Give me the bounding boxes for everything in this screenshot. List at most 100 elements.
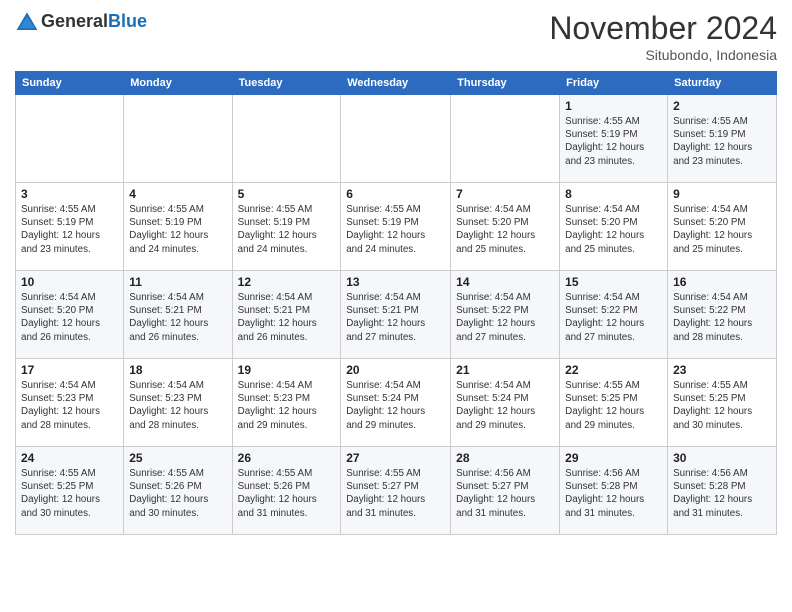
title-block: November 2024 Situbondo, Indonesia xyxy=(549,10,777,63)
month-title: November 2024 xyxy=(549,10,777,47)
day-number: 27 xyxy=(346,451,445,465)
day-info: Sunrise: 4:54 AM Sunset: 5:21 PM Dayligh… xyxy=(238,291,336,344)
day-number: 14 xyxy=(456,275,554,289)
day-info: Sunrise: 4:55 AM Sunset: 5:25 PM Dayligh… xyxy=(21,467,118,520)
calendar-cell: 25Sunrise: 4:55 AM Sunset: 5:26 PM Dayli… xyxy=(124,447,232,535)
day-number: 10 xyxy=(21,275,118,289)
calendar-cell: 29 Sunrise: 4:56 AM Sunset: 5:28 PM Dayli… xyxy=(560,447,668,535)
calendar-cell: 30Sunrise: 4:56 AM Sunset: 5:28 PM Dayli… xyxy=(668,447,777,535)
day-number: 19 xyxy=(238,363,336,377)
day-info: Sunrise: 4:55 AM Sunset: 5:19 PM Dayligh… xyxy=(238,203,336,256)
day-info: Sunrise: 4:55 AM Sunset: 5:25 PM Dayligh… xyxy=(565,379,662,432)
calendar-cell xyxy=(232,95,341,183)
day-number: 8 xyxy=(565,187,662,201)
calendar-cell xyxy=(16,95,124,183)
calendar-cell: 1Sunrise: 4:55 AM Sunset: 5:19 PM Daylig… xyxy=(560,95,668,183)
header: GeneralBlue November 2024 Situbondo, Ind… xyxy=(15,10,777,63)
day-number: 1 xyxy=(565,99,662,113)
day-info: Sunrise: 4:54 AM Sunset: 5:22 PM Dayligh… xyxy=(673,291,771,344)
day-number: 11 xyxy=(129,275,226,289)
calendar-cell: 19 Sunrise: 4:54 AM Sunset: 5:23 PM Dayli… xyxy=(232,359,341,447)
calendar-week-row: 1 Sunrise: 4:55 AM Sunset: 5:19 PM Daylig… xyxy=(16,95,777,183)
day-info: Sunrise: 4:56 AM Sunset: 5:27 PM Dayligh… xyxy=(456,467,554,520)
calendar-cell: 7 Sunrise: 4:54 AM Sunset: 5:20 PM Daylig… xyxy=(451,183,560,271)
calendar-week-row: 24 Sunrise: 4:55 AM Sunset: 5:25 PM Dayli… xyxy=(16,447,777,535)
weekday-header-cell: Thursday xyxy=(451,72,560,95)
calendar-cell: 26 Sunrise: 4:55 AM Sunset: 5:26 PM Dayli… xyxy=(232,447,341,535)
day-info: Sunrise: 4:54 AM Sunset: 5:20 PM Dayligh… xyxy=(21,291,118,344)
weekday-header-cell: Saturday xyxy=(668,72,777,95)
calendar-cell: 8 Sunrise: 4:54 AM Sunset: 5:20 PM Daylig… xyxy=(560,183,668,271)
day-number: 3 xyxy=(21,187,118,201)
day-number: 12 xyxy=(238,275,336,289)
weekday-header-cell: Sunday xyxy=(16,72,124,95)
day-number: 24 xyxy=(21,451,118,465)
calendar-cell: 21 Sunrise: 4:54 AM Sunset: 5:24 PM Dayli… xyxy=(451,359,560,447)
calendar-cell xyxy=(451,95,560,183)
day-number: 13 xyxy=(346,275,445,289)
day-number: 28 xyxy=(456,451,554,465)
day-info: Sunrise: 4:54 AM Sunset: 5:22 PM Dayligh… xyxy=(565,291,662,344)
calendar-cell: 12 Sunrise: 4:54 AM Sunset: 5:21 PM Dayli… xyxy=(232,271,341,359)
day-info: Sunrise: 4:54 AM Sunset: 5:21 PM Dayligh… xyxy=(129,291,226,344)
weekday-header-row: SundayMondayTuesdayWednesdayThursdayFrid… xyxy=(16,72,777,95)
day-number: 30 xyxy=(673,451,771,465)
calendar-cell: 14 Sunrise: 4:54 AM Sunset: 5:22 PM Dayli… xyxy=(451,271,560,359)
calendar-cell: 20 Sunrise: 4:54 AM Sunset: 5:24 PM Dayli… xyxy=(341,359,451,447)
calendar-cell: 2 Sunrise: 4:55 AM Sunset: 5:19 PM Daylig… xyxy=(668,95,777,183)
day-info: Sunrise: 4:55 AM Sunset: 5:26 PM Dayligh… xyxy=(129,467,226,520)
day-info: Sunrise: 4:55 AM Sunset: 5:25 PM Dayligh… xyxy=(673,379,771,432)
logo-blue: Blue xyxy=(108,11,147,31)
weekday-header-cell: Monday xyxy=(124,72,232,95)
day-number: 7 xyxy=(456,187,554,201)
weekday-header-cell: Friday xyxy=(560,72,668,95)
day-number: 26 xyxy=(238,451,336,465)
page-container: GeneralBlue November 2024 Situbondo, Ind… xyxy=(0,0,792,540)
day-info: Sunrise: 4:55 AM Sunset: 5:19 PM Dayligh… xyxy=(673,115,771,168)
calendar-table: SundayMondayTuesdayWednesdayThursdayFrid… xyxy=(15,71,777,535)
calendar-cell: 28 Sunrise: 4:56 AM Sunset: 5:27 PM Dayli… xyxy=(451,447,560,535)
day-number: 18 xyxy=(129,363,226,377)
calendar-cell: 11 Sunrise: 4:54 AM Sunset: 5:21 PM Dayli… xyxy=(124,271,232,359)
day-info: Sunrise: 4:54 AM Sunset: 5:23 PM Dayligh… xyxy=(21,379,118,432)
day-number: 21 xyxy=(456,363,554,377)
day-info: Sunrise: 4:54 AM Sunset: 5:21 PM Dayligh… xyxy=(346,291,445,344)
day-info: Sunrise: 4:54 AM Sunset: 5:23 PM Dayligh… xyxy=(238,379,336,432)
day-info: Sunrise: 4:55 AM Sunset: 5:26 PM Dayligh… xyxy=(238,467,336,520)
calendar-cell: 18Sunrise: 4:54 AM Sunset: 5:23 PM Dayli… xyxy=(124,359,232,447)
calendar-cell xyxy=(124,95,232,183)
calendar-week-row: 10 Sunrise: 4:54 AM Sunset: 5:20 PM Dayli… xyxy=(16,271,777,359)
calendar-week-row: 3 Sunrise: 4:55 AM Sunset: 5:19 PM Daylig… xyxy=(16,183,777,271)
calendar-cell: 17 Sunrise: 4:54 AM Sunset: 5:23 PM Dayli… xyxy=(16,359,124,447)
calendar-cell: 4Sunrise: 4:55 AM Sunset: 5:19 PM Daylig… xyxy=(124,183,232,271)
day-number: 23 xyxy=(673,363,771,377)
calendar-cell: 15Sunrise: 4:54 AM Sunset: 5:22 PM Dayli… xyxy=(560,271,668,359)
calendar-cell: 23 Sunrise: 4:55 AM Sunset: 5:25 PM Dayli… xyxy=(668,359,777,447)
day-number: 5 xyxy=(238,187,336,201)
day-info: Sunrise: 4:54 AM Sunset: 5:24 PM Dayligh… xyxy=(346,379,445,432)
day-number: 9 xyxy=(673,187,771,201)
day-number: 20 xyxy=(346,363,445,377)
calendar-body: 1 Sunrise: 4:55 AM Sunset: 5:19 PM Daylig… xyxy=(16,95,777,535)
day-info: Sunrise: 4:54 AM Sunset: 5:22 PM Dayligh… xyxy=(456,291,554,344)
day-info: Sunrise: 4:56 AM Sunset: 5:28 PM Dayligh… xyxy=(565,467,662,520)
location-subtitle: Situbondo, Indonesia xyxy=(549,47,777,63)
calendar-cell: 16Sunrise: 4:54 AM Sunset: 5:22 PM Dayli… xyxy=(668,271,777,359)
logo-icon xyxy=(15,10,39,34)
day-number: 29 xyxy=(565,451,662,465)
day-number: 17 xyxy=(21,363,118,377)
day-number: 4 xyxy=(129,187,226,201)
day-info: Sunrise: 4:55 AM Sunset: 5:27 PM Dayligh… xyxy=(346,467,445,520)
calendar-cell: 22 Sunrise: 4:55 AM Sunset: 5:25 PM Dayli… xyxy=(560,359,668,447)
calendar-cell: 9Sunrise: 4:54 AM Sunset: 5:20 PM Daylig… xyxy=(668,183,777,271)
day-info: Sunrise: 4:54 AM Sunset: 5:24 PM Dayligh… xyxy=(456,379,554,432)
day-number: 2 xyxy=(673,99,771,113)
logo: GeneralBlue xyxy=(15,10,147,34)
calendar-cell: 10 Sunrise: 4:54 AM Sunset: 5:20 PM Dayli… xyxy=(16,271,124,359)
calendar-week-row: 17 Sunrise: 4:54 AM Sunset: 5:23 PM Dayli… xyxy=(16,359,777,447)
day-number: 22 xyxy=(565,363,662,377)
logo-general: General xyxy=(41,11,108,31)
calendar-cell: 5 Sunrise: 4:55 AM Sunset: 5:19 PM Daylig… xyxy=(232,183,341,271)
day-info: Sunrise: 4:54 AM Sunset: 5:20 PM Dayligh… xyxy=(565,203,662,256)
day-info: Sunrise: 4:54 AM Sunset: 5:20 PM Dayligh… xyxy=(456,203,554,256)
